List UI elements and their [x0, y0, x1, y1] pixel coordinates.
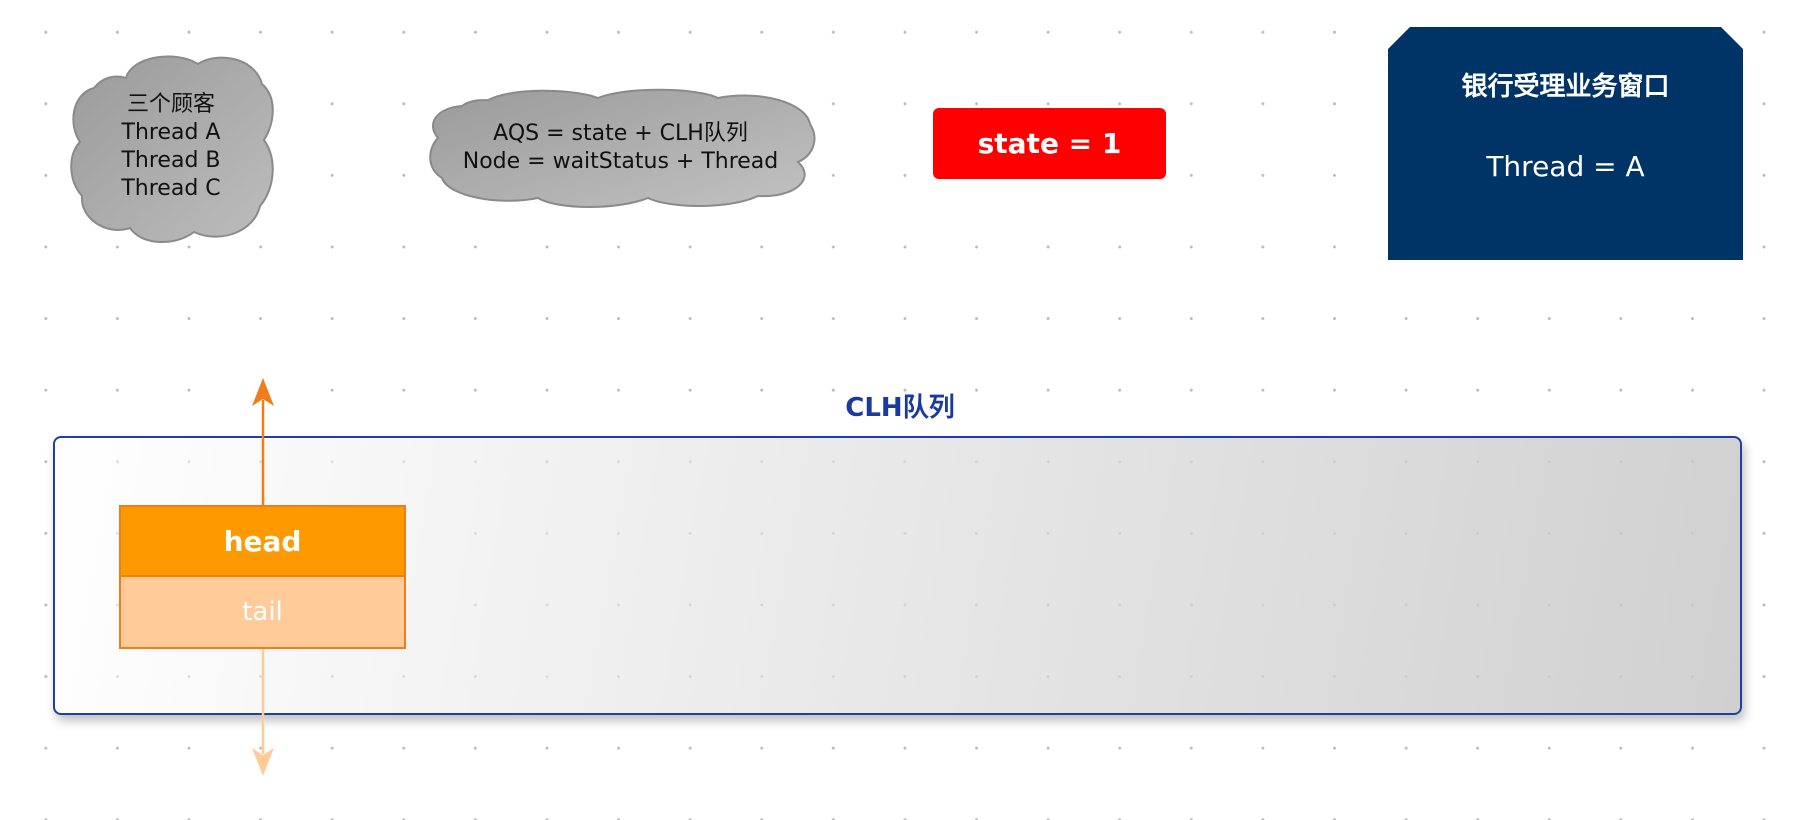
tail-node: tail	[119, 577, 406, 649]
head-node: head	[119, 505, 406, 577]
pointer-arrows	[252, 378, 274, 776]
